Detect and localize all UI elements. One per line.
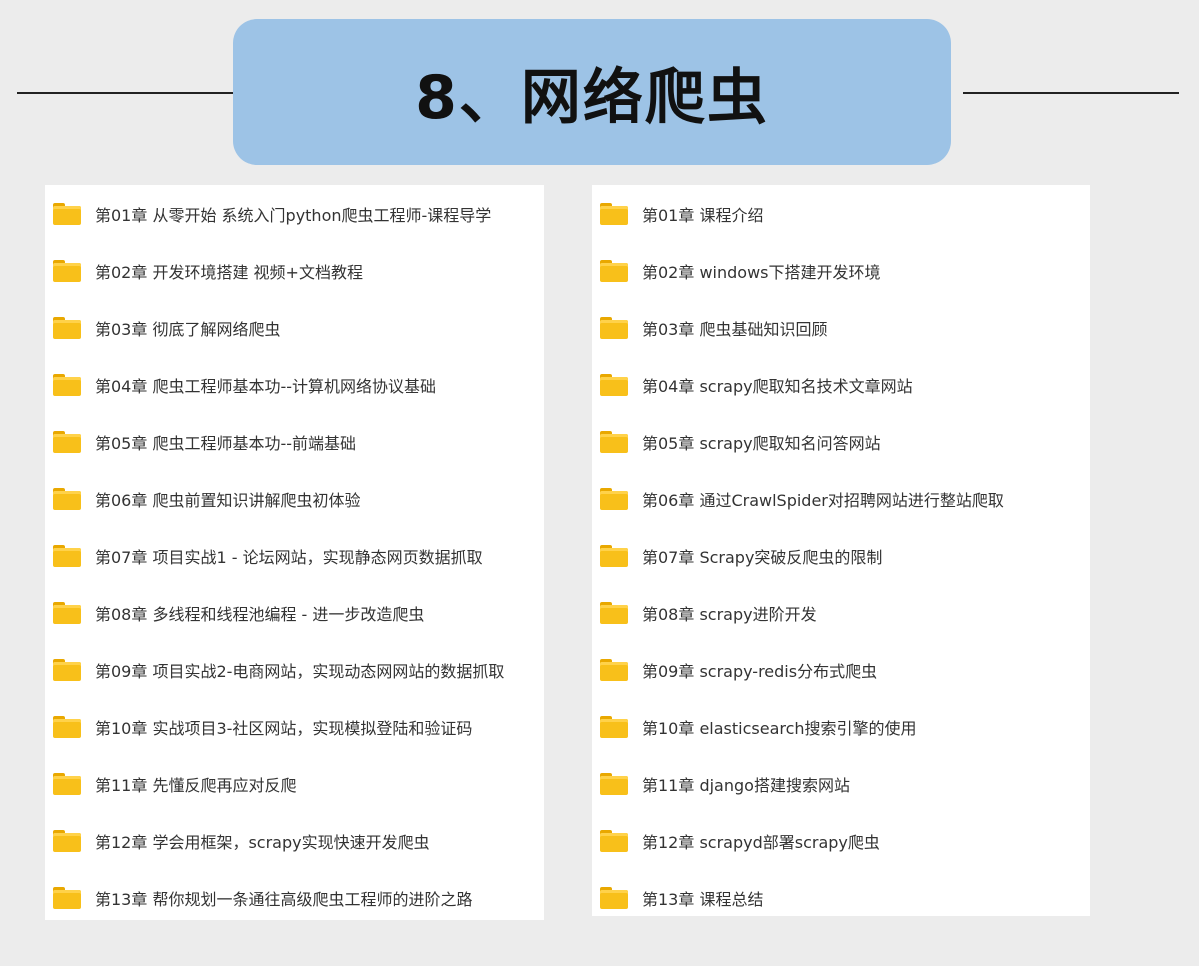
folder-item[interactable]: 第03章 彻底了解网络爬虫 (45, 299, 544, 356)
folder-item[interactable]: 第02章 windows下搭建开发环境 (592, 242, 1090, 299)
folder-icon (600, 259, 628, 282)
folder-item-label: 第13章 课程总结 (642, 889, 764, 909)
folder-item-label: 第11章 django搭建搜索网站 (642, 775, 850, 795)
folder-icon (53, 829, 81, 852)
folder-icon (600, 373, 628, 396)
folder-item-label: 第02章 windows下搭建开发环境 (642, 262, 881, 282)
folder-item-label: 第08章 scrapy进阶开发 (642, 604, 817, 624)
folder-item-label: 第05章 scrapy爬取知名问答网站 (642, 433, 881, 453)
folder-item[interactable]: 第13章 帮你规划一条通往高级爬虫工程师的进阶之路 (45, 869, 544, 926)
folder-item[interactable]: 第11章 django搭建搜索网站 (592, 755, 1090, 812)
folder-item[interactable]: 第01章 课程介绍 (592, 185, 1090, 242)
right-chapter-list: 第01章 课程介绍第02章 windows下搭建开发环境 第03章 爬虫基础知识回… (592, 185, 1090, 926)
folder-icon (53, 202, 81, 225)
folder-icon (600, 772, 628, 795)
folder-item-label: 第05章 爬虫工程师基本功--前端基础 (95, 433, 356, 453)
folder-icon (600, 430, 628, 453)
folder-item[interactable]: 第08章 多线程和线程池编程 - 进一步改造爬虫 (45, 584, 544, 641)
folder-item[interactable]: 第03章 爬虫基础知识回顾 (592, 299, 1090, 356)
folder-item-label: 第06章 通过CrawlSpider对招聘网站进行整站爬取 (642, 490, 1004, 510)
folder-item-label: 第13章 帮你规划一条通往高级爬虫工程师的进阶之路 (95, 889, 473, 909)
folder-icon (53, 430, 81, 453)
folder-item[interactable]: 第09章 项目实战2-电商网站，实现动态网网站的数据抓取 (45, 641, 544, 698)
folder-item[interactable]: 第12章 学会用框架，scrapy实现快速开发爬虫 (45, 812, 544, 869)
folder-item-label: 第10章 elasticsearch搜索引擎的使用 (642, 718, 917, 738)
folder-icon (600, 316, 628, 339)
folder-item-label: 第06章 爬虫前置知识讲解爬虫初体验 (95, 490, 361, 510)
folder-item[interactable]: 第05章 爬虫工程师基本功--前端基础 (45, 413, 544, 470)
folder-icon (53, 715, 81, 738)
folder-icon (53, 544, 81, 567)
folder-item-label: 第01章 从零开始 系统入门python爬虫工程师-课程导学 (95, 205, 492, 225)
folder-icon (53, 259, 81, 282)
folder-item[interactable]: 第01章 从零开始 系统入门python爬虫工程师-课程导学 (45, 185, 544, 242)
folder-item[interactable]: 第05章 scrapy爬取知名问答网站 (592, 413, 1090, 470)
folder-item[interactable]: 第10章 elasticsearch搜索引擎的使用 (592, 698, 1090, 755)
page-title: 8、网络爬虫 (415, 62, 769, 133)
folder-icon (53, 373, 81, 396)
folder-icon (53, 316, 81, 339)
folder-icon (53, 886, 81, 909)
folder-item-label: 第04章 爬虫工程师基本功--计算机网络协议基础 (95, 376, 436, 396)
folder-item-label: 第11章 先懂反爬再应对反爬 (95, 775, 297, 795)
folder-item[interactable]: 第13章 课程总结 (592, 869, 1090, 926)
folder-item-label: 第03章 彻底了解网络爬虫 (95, 319, 281, 339)
folder-item-label: 第12章 scrapyd部署scrapy爬虫 (642, 832, 880, 852)
right-chapter-panel: 第01章 课程介绍第02章 windows下搭建开发环境 第03章 爬虫基础知识回… (592, 185, 1090, 916)
folder-icon (600, 601, 628, 624)
folder-icon (600, 202, 628, 225)
folder-item-label: 第02章 开发环境搭建 视频+文档教程 (95, 262, 363, 282)
folder-item[interactable]: 第08章 scrapy进阶开发 (592, 584, 1090, 641)
folder-item-label: 第08章 多线程和线程池编程 - 进一步改造爬虫 (95, 604, 425, 624)
folder-icon (600, 544, 628, 567)
folder-item-label: 第03章 爬虫基础知识回顾 (642, 319, 828, 339)
folder-icon (53, 487, 81, 510)
folder-item-label: 第01章 课程介绍 (642, 205, 764, 225)
folder-item-label: 第09章 项目实战2-电商网站，实现动态网网站的数据抓取 (95, 661, 505, 681)
folder-icon (53, 601, 81, 624)
folder-item[interactable]: 第11章 先懂反爬再应对反爬 (45, 755, 544, 812)
folder-item-label: 第04章 scrapy爬取知名技术文章网站 (642, 376, 913, 396)
divider-right (963, 92, 1179, 94)
title-banner: 8、网络爬虫 (233, 19, 951, 165)
divider-left (17, 92, 233, 94)
folder-icon (600, 715, 628, 738)
folder-item-label: 第07章 项目实战1 - 论坛网站，实现静态网页数据抓取 (95, 547, 483, 567)
folder-item[interactable]: 第10章 实战项目3-社区网站，实现模拟登陆和验证码 (45, 698, 544, 755)
folder-icon (600, 886, 628, 909)
folder-item-label: 第10章 实战项目3-社区网站，实现模拟登陆和验证码 (95, 718, 473, 738)
folder-item-label: 第09章 scrapy-redis分布式爬虫 (642, 661, 878, 681)
folder-item[interactable]: 第12章 scrapyd部署scrapy爬虫 (592, 812, 1090, 869)
folder-item-label: 第07章 Scrapy突破反爬虫的限制 (642, 547, 883, 567)
folder-icon (53, 658, 81, 681)
folder-item[interactable]: 第06章 爬虫前置知识讲解爬虫初体验 (45, 470, 544, 527)
folder-icon (600, 487, 628, 510)
folder-icon (53, 772, 81, 795)
folder-item[interactable]: 第06章 通过CrawlSpider对招聘网站进行整站爬取 (592, 470, 1090, 527)
folder-item[interactable]: 第09章 scrapy-redis分布式爬虫 (592, 641, 1090, 698)
left-chapter-panel: 第01章 从零开始 系统入门python爬虫工程师-课程导学 第02章 开发环境搭… (45, 185, 544, 920)
folder-icon (600, 829, 628, 852)
folder-item-label: 第12章 学会用框架，scrapy实现快速开发爬虫 (95, 832, 430, 852)
folder-item[interactable]: 第07章 项目实战1 - 论坛网站，实现静态网页数据抓取 (45, 527, 544, 584)
folder-item[interactable]: 第04章 scrapy爬取知名技术文章网站 (592, 356, 1090, 413)
left-chapter-list: 第01章 从零开始 系统入门python爬虫工程师-课程导学 第02章 开发环境搭… (45, 185, 544, 926)
folder-icon (600, 658, 628, 681)
folder-item[interactable]: 第04章 爬虫工程师基本功--计算机网络协议基础 (45, 356, 544, 413)
folder-item[interactable]: 第02章 开发环境搭建 视频+文档教程 (45, 242, 544, 299)
folder-item[interactable]: 第07章 Scrapy突破反爬虫的限制 (592, 527, 1090, 584)
